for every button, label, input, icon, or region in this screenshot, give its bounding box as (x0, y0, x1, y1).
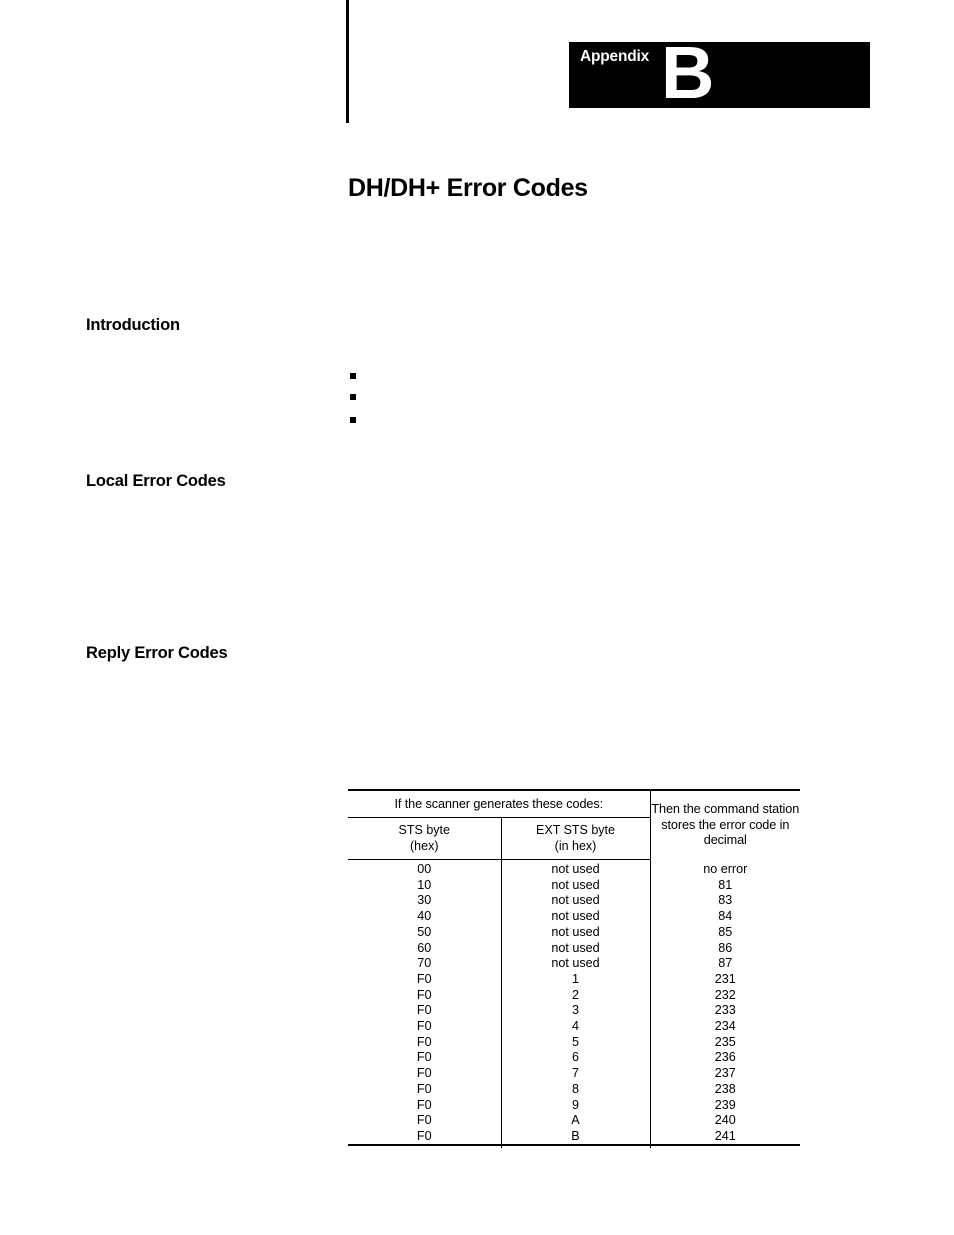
cell-decimal: 87 (649, 956, 801, 972)
table-group-header-left: If the scanner generates these codes: (348, 789, 651, 818)
table-column-header-ext-sts-byte-line1: EXT STS byte (536, 823, 615, 837)
table-row: F0 5 235 (348, 1034, 801, 1051)
table-row: F0 1 231 (348, 971, 801, 988)
cell-ext: not used (500, 940, 651, 957)
cell-ext: 4 (500, 1019, 651, 1035)
cell-decimal: 233 (649, 1003, 801, 1020)
cell-decimal: no error (649, 859, 801, 878)
document-page: Appendix B DH/DH+ Error Codes Introducti… (0, 0, 954, 1235)
table-row: 30 not used 83 (348, 893, 801, 910)
table-header: If the scanner generates these codes: Th… (348, 789, 801, 860)
cell-decimal: 86 (649, 940, 801, 957)
cell-ext: 5 (500, 1034, 651, 1051)
cell-decimal: 237 (649, 1066, 801, 1082)
cell-decimal: 231 (649, 971, 801, 988)
table-row: F0 6 236 (348, 1050, 801, 1067)
table-row: 10 not used 81 (348, 877, 801, 894)
cell-decimal: 235 (649, 1034, 801, 1051)
table-row: F0 7 237 (348, 1066, 801, 1082)
cell-sts: 60 (417, 940, 432, 955)
appendix-letter: B (661, 31, 715, 114)
table-row: F0 9 239 (348, 1097, 801, 1114)
table-row: 40 not used 84 (348, 909, 801, 925)
error-code-table: If the scanner generates these codes: Th… (348, 789, 801, 1148)
table-row: 50 not used 85 (348, 924, 801, 941)
cell-sts: F0 (416, 1034, 432, 1049)
table-row: F0 4 234 (348, 1019, 801, 1035)
cell-ext: not used (500, 924, 651, 941)
table-row: F0 A 240 (348, 1113, 801, 1129)
cell-sts: F0 (416, 987, 432, 1002)
cell-sts: 70 (417, 956, 432, 971)
cell-ext: 6 (500, 1050, 651, 1067)
cell-sts: 10 (417, 877, 432, 892)
table-row: 60 not used 86 (348, 940, 801, 957)
cell-decimal: 232 (649, 987, 801, 1004)
cell-sts: F0 (416, 1050, 432, 1065)
bullet-square-icon (350, 394, 356, 400)
table-row: 70 not used 87 (348, 956, 801, 972)
cell-sts: F0 (416, 1097, 432, 1112)
cell-decimal: 240 (649, 1113, 801, 1129)
cell-ext: 1 (500, 971, 651, 988)
cell-ext: 2 (500, 987, 651, 1004)
table-body: 00 not used no error 10 not used 81 30 n… (348, 859, 801, 1148)
bullet-square-icon (350, 417, 356, 423)
table-column-header-sts-byte-line2: (hex) (410, 838, 439, 853)
cell-sts: F0 (416, 1113, 432, 1128)
cell-sts: 30 (417, 893, 432, 908)
table-bottom-rule (348, 1144, 800, 1146)
cell-sts: 40 (417, 909, 432, 924)
table-row: F0 8 238 (348, 1081, 801, 1098)
page-title: DH/DH+ Error Codes (348, 174, 588, 202)
cell-sts: F0 (416, 971, 432, 986)
cell-ext: not used (500, 909, 651, 925)
table-column-header-ext-sts-byte-line2: (in hex) (554, 838, 597, 853)
cell-ext: 8 (500, 1081, 651, 1098)
cell-sts: 00 (417, 862, 432, 876)
bullet-square-icon (350, 373, 356, 379)
table-column-header-ext-sts-byte: EXT STS byte (in hex) (500, 817, 651, 860)
cell-ext: A (500, 1113, 651, 1129)
cell-ext: not used (500, 956, 651, 972)
cell-sts: F0 (416, 1066, 432, 1081)
cell-sts: F0 (416, 1081, 432, 1096)
section-heading-local-error-codes: Local Error Codes (86, 472, 226, 490)
cell-ext: not used (500, 893, 651, 910)
cell-ext: 3 (500, 1003, 651, 1020)
cell-decimal: 83 (649, 893, 801, 910)
cell-ext: 7 (500, 1066, 651, 1082)
cell-ext: not used (500, 859, 651, 878)
table-column-header-sts-byte-line1: STS byte (398, 823, 450, 837)
table: If the scanner generates these codes: Th… (348, 789, 801, 1148)
table-row: 00 not used no error (348, 859, 801, 878)
cell-decimal: 81 (649, 877, 801, 894)
cell-ext: not used (500, 877, 651, 894)
cell-decimal: 84 (649, 909, 801, 925)
table-group-header-right: Then the command station stores the erro… (649, 789, 801, 860)
cell-decimal: 239 (649, 1097, 801, 1114)
cell-sts: F0 (416, 1003, 432, 1018)
table-column-header-sts-byte: STS byte (hex) (348, 817, 501, 860)
cell-decimal: 238 (649, 1081, 801, 1098)
cell-sts: 50 (417, 924, 432, 939)
cell-ext: 9 (500, 1097, 651, 1114)
cell-decimal: 85 (649, 924, 801, 941)
cell-decimal: 234 (649, 1019, 801, 1035)
cell-decimal: 236 (649, 1050, 801, 1067)
table-row: F0 3 233 (348, 1003, 801, 1020)
appendix-label: Appendix (580, 48, 650, 65)
section-heading-reply-error-codes: Reply Error Codes (86, 644, 228, 662)
cell-sts: F0 (416, 1019, 432, 1034)
table-group-header-row: If the scanner generates these codes: Th… (348, 789, 801, 860)
section-heading-introduction: Introduction (86, 316, 180, 334)
header-vertical-rule (346, 0, 349, 123)
table-row: F0 2 232 (348, 987, 801, 1004)
